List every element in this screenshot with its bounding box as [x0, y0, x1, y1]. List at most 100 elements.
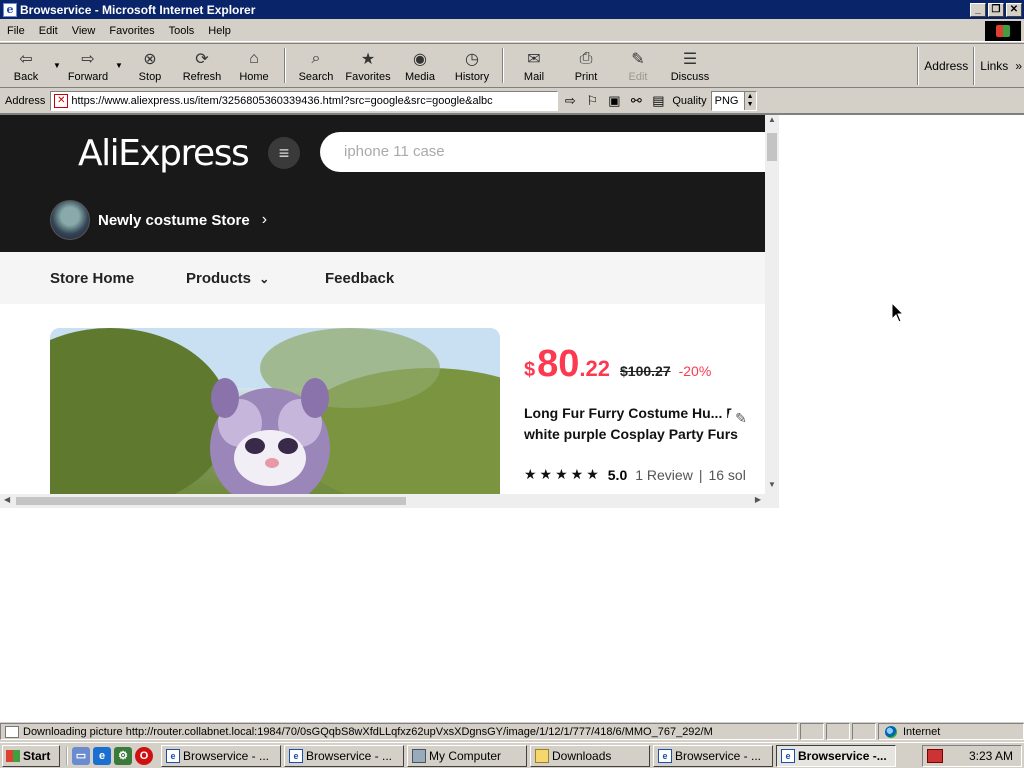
opera-icon[interactable]: O: [135, 746, 153, 765]
media-button[interactable]: ◉ Media: [394, 44, 446, 87]
store-name[interactable]: Newly costume Store: [98, 212, 250, 229]
restore-button[interactable]: ❐: [988, 2, 1004, 17]
ie-icon: e: [166, 748, 180, 763]
vertical-scrollbar[interactable]: ▲ ▼: [765, 115, 779, 494]
address-input[interactable]: ✕ https://www.aliexpress.us/item/3256805…: [50, 90, 559, 111]
task-my-computer[interactable]: My Computer: [407, 744, 527, 767]
status-cell: [826, 723, 850, 740]
address-bar: Address ✕ https://www.aliexpress.us/item…: [0, 89, 780, 112]
stop-button[interactable]: ⊗ Stop: [124, 44, 176, 87]
search-icon: ⌕: [311, 49, 321, 67]
chevron-right-icon[interactable]: »: [1013, 59, 1024, 73]
price-decimal: .22: [579, 356, 610, 381]
task-browservice-active[interactable]: e Browservice -...: [776, 744, 896, 767]
scroll-up-icon[interactable]: ▲: [765, 115, 779, 129]
menu-edit[interactable]: Edit: [32, 25, 65, 37]
task-browservice-1[interactable]: e Browservice - ...: [161, 744, 281, 767]
ie-icon: e: [781, 748, 795, 763]
minimize-button[interactable]: _: [970, 2, 986, 17]
browser-content: AliExpress ≡ Newly costume Store › Store…: [0, 113, 1024, 721]
go-arrow-icon[interactable]: ⇨: [560, 91, 580, 111]
quick-launch: ▭ e ⚙ O: [66, 746, 153, 765]
binoculars-icon[interactable]: ⚯: [626, 91, 646, 111]
address-toolbar-label[interactable]: Address: [919, 59, 973, 73]
menu-favorites[interactable]: Favorites: [102, 25, 161, 37]
clipboard-icon[interactable]: ▤: [648, 91, 668, 111]
review-count[interactable]: 1 Review: [635, 467, 693, 483]
quality-spinner-icon[interactable]: ▲ ▼: [743, 91, 756, 110]
product-photo-illustration: [50, 328, 500, 494]
title-bar: e Browservice - Microsoft Internet Explo…: [0, 0, 1024, 19]
edit-icon: ✎: [631, 50, 645, 68]
store-nav: Store Home Products ⌄ Feedback: [0, 252, 765, 304]
refresh-button[interactable]: ⟳ Refresh: [176, 44, 228, 87]
nav-products[interactable]: Products ⌄: [186, 270, 269, 287]
quality-select[interactable]: PNG ▲ ▼: [710, 90, 757, 111]
horizontal-scrollbar[interactable]: ◀ ▶: [0, 494, 779, 508]
menu-file[interactable]: File: [0, 25, 32, 37]
close-button[interactable]: ✕: [1006, 2, 1022, 17]
security-zone: Internet: [878, 723, 1024, 740]
insecure-page-icon: ✕: [54, 93, 69, 108]
task-buttons: e Browservice - ... e Browservice - ... My…: [161, 744, 896, 767]
scroll-right-icon[interactable]: ▶: [755, 495, 761, 504]
print-icon: ⎙: [579, 49, 593, 67]
menu-view[interactable]: View: [65, 25, 103, 37]
back-button[interactable]: ⇦ Back: [0, 44, 52, 87]
home-icon: ⌂: [249, 49, 259, 67]
ie-window-icon[interactable]: e: [3, 2, 17, 17]
search-box[interactable]: [320, 132, 765, 172]
mouse-cursor-icon: [891, 302, 905, 323]
product-image[interactable]: [50, 328, 500, 494]
zone-label: Internet: [903, 725, 941, 738]
stop-icon: ⊗: [143, 50, 157, 68]
tray-app-icon[interactable]: [927, 749, 943, 763]
nav-store-home[interactable]: Store Home: [50, 270, 134, 287]
history-button[interactable]: ◷ History: [446, 44, 498, 87]
clock[interactable]: 3:23 AM: [969, 749, 1013, 763]
show-desktop-icon[interactable]: ▭: [72, 746, 90, 765]
nav-feedback[interactable]: Feedback: [325, 270, 394, 287]
aliexpress-logo[interactable]: AliExpress: [78, 133, 250, 174]
print-button[interactable]: ⎙ Print: [560, 44, 612, 87]
menu-tools[interactable]: Tools: [162, 25, 202, 37]
windows-logo-icon: [985, 21, 1021, 41]
start-button[interactable]: Start: [2, 744, 60, 767]
network-icon[interactable]: ⚙: [114, 746, 132, 765]
menu-help[interactable]: Help: [201, 25, 238, 37]
task-downloads[interactable]: Downloads: [530, 744, 650, 767]
search-button[interactable]: ⌕ Search: [290, 44, 342, 87]
task-browservice-2[interactable]: e Browservice - ...: [284, 744, 404, 767]
bookmark-icon[interactable]: ⚐: [582, 91, 602, 111]
mail-button[interactable]: ✉ Mail: [508, 44, 560, 87]
search-input[interactable]: [344, 143, 744, 160]
mail-icon: ✉: [527, 50, 541, 68]
task-browservice-3[interactable]: e Browservice - ...: [653, 744, 773, 767]
vertical-scroll-thumb[interactable]: [767, 133, 777, 161]
internet-globe-icon: [885, 725, 897, 738]
home-button[interactable]: ⌂ Home: [228, 44, 280, 87]
edit-button[interactable]: ✎ Edit: [612, 44, 664, 87]
internet-explorer-icon[interactable]: e: [93, 746, 111, 765]
scroll-down-icon[interactable]: ▼: [765, 480, 779, 494]
find-icon[interactable]: ▣: [604, 91, 624, 111]
product-rating[interactable]: ★★★★★ 5.0 1 Review | 16 sol: [524, 466, 746, 483]
forward-arrow-icon: ⇨: [81, 50, 95, 68]
links-toolbar-label[interactable]: Links: [975, 59, 1013, 73]
price-integer: 80: [537, 343, 580, 385]
sold-count: 16 sol: [708, 466, 746, 483]
pencil-icon[interactable]: ✎: [728, 405, 754, 431]
favorites-button[interactable]: ★ Favorites: [342, 44, 394, 87]
forward-dropdown-icon[interactable]: ▼: [114, 44, 124, 87]
discuss-button[interactable]: ☰ Discuss: [664, 44, 716, 87]
forward-button[interactable]: ⇨ Forward: [62, 44, 114, 87]
store-link[interactable]: Newly costume Store ›: [50, 200, 267, 240]
address-url[interactable]: https://www.aliexpress.us/item/325680536…: [71, 95, 492, 107]
store-header: AliExpress ≡ Newly costume Store ›: [0, 115, 765, 252]
scroll-left-icon[interactable]: ◀: [4, 495, 10, 504]
hamburger-menu-icon[interactable]: ≡: [268, 137, 300, 169]
horizontal-scroll-thumb[interactable]: [16, 497, 406, 505]
system-tray: 3:23 AM: [922, 745, 1022, 767]
back-dropdown-icon[interactable]: ▼: [52, 44, 62, 87]
ie-icon: e: [658, 748, 672, 763]
